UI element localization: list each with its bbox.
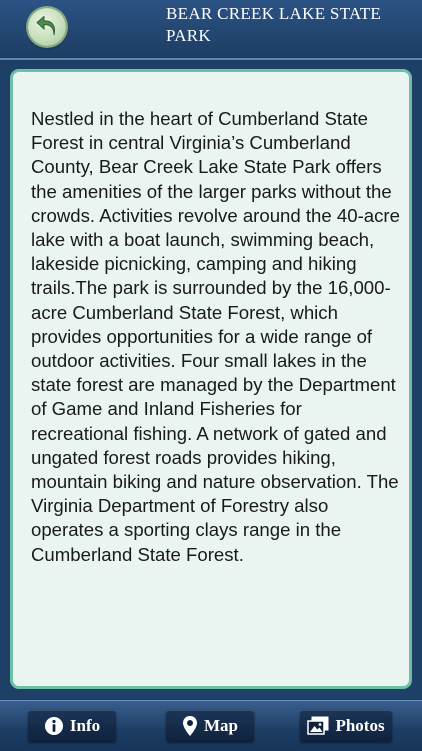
tab-map-label: Map (204, 716, 238, 735)
tab-info[interactable]: Info (28, 710, 116, 742)
tab-info-label: Info (69, 716, 101, 735)
back-arrow-icon (36, 16, 55, 36)
map-pin-icon (182, 715, 198, 737)
photos-icon (307, 716, 329, 736)
page-title: BEAR CREEK LAKE STATE PARK (166, 4, 382, 45)
header-bar: BEAR CREEK LAKE STATE PARK (0, 0, 422, 60)
tab-bar: Info Map Photos (0, 700, 422, 751)
tab-photos[interactable]: Photos (300, 710, 392, 742)
park-description: Nestled in the heart of Cumberland State… (31, 108, 400, 565)
info-icon (44, 716, 64, 736)
tab-map[interactable]: Map (166, 710, 254, 742)
back-button[interactable] (28, 8, 66, 46)
tab-photos-label: Photos (335, 716, 385, 735)
description-panel: Nestled in the heart of Cumberland State… (10, 69, 412, 689)
